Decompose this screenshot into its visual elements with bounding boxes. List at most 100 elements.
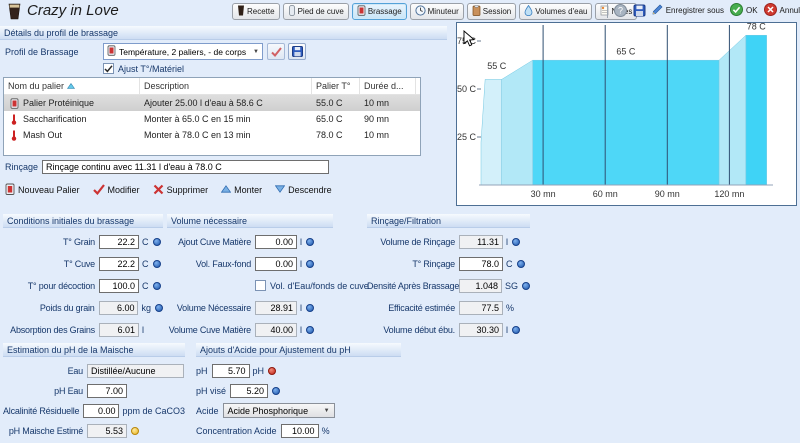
section-title: Rinçage/Filtration xyxy=(367,214,530,228)
svg-text:120 mn: 120 mn xyxy=(714,189,744,199)
clock-icon xyxy=(415,5,426,18)
section-conditions: Conditions initiales du brassage T° Grai… xyxy=(3,214,163,344)
section-volume: Volume nécessaire Ajout Cuve Matière0.00… xyxy=(167,214,333,344)
svg-text:65 C: 65 C xyxy=(616,46,636,56)
column-header-duration[interactable]: Durée d... xyxy=(360,78,416,94)
brew-profile-combo[interactable]: Température, 2 paliers, - de corps ▼ xyxy=(103,43,263,60)
status-dot xyxy=(306,326,314,334)
svg-text:25 C: 25 C xyxy=(457,132,476,142)
ok-button[interactable]: OK xyxy=(730,3,758,18)
rincage-input[interactable]: Rinçage continu avec 11.31 l d'eau à 78.… xyxy=(42,160,329,174)
vial-icon xyxy=(288,5,296,18)
tab-session[interactable]: Session xyxy=(467,3,516,20)
section-acid: Ajouts d'Acide pour Ajustement du pH pH5… xyxy=(196,343,401,443)
false-bottom-field[interactable]: 0.00 xyxy=(255,257,297,271)
status-dot xyxy=(512,326,520,334)
disk-icon xyxy=(292,46,303,57)
tab-recette[interactable]: Recette xyxy=(232,3,280,20)
residual-alkalinity-field[interactable]: 0.00 xyxy=(83,404,119,418)
sparge-volume-field: 11.31 xyxy=(459,235,503,249)
svg-text:78 C: 78 C xyxy=(747,23,767,31)
red-check-icon xyxy=(93,184,105,197)
tab-volumes-eau[interactable]: Volumes d'eau xyxy=(519,3,592,20)
save-as-button[interactable]: Enregistrer sous xyxy=(652,4,724,17)
mash-steps-table: Nom du palier Description Palier T° Duré… xyxy=(3,77,421,156)
ph-field[interactable]: 5.70 xyxy=(212,364,250,378)
red-check-icon xyxy=(271,47,282,57)
step-actions: Nouveau Palier Modifier Supprimer Monter… xyxy=(5,183,332,197)
rincage-label: Rinçage xyxy=(5,162,38,172)
beer-glass-icon xyxy=(237,5,245,18)
cancel-button[interactable]: Annul xyxy=(764,3,800,18)
status-dot xyxy=(131,427,139,435)
clipboard-icon xyxy=(472,5,481,18)
grain-temp-field[interactable]: 22.2 xyxy=(99,235,139,249)
cancel-x-icon xyxy=(764,3,777,18)
mash-tun-icon xyxy=(5,183,15,197)
table-row[interactable]: Mash Out Monter à 78.0 C en 13 min 78.0 … xyxy=(4,127,420,143)
delete-step-button[interactable]: Supprimer xyxy=(153,183,209,197)
status-dot xyxy=(512,238,520,246)
svg-text:60 mn: 60 mn xyxy=(593,189,618,199)
column-header-name[interactable]: Nom du palier xyxy=(4,78,140,94)
svg-text:30 mn: 30 mn xyxy=(531,189,556,199)
panel-header: Détails du profil de brassage xyxy=(0,26,447,40)
mash-tun-icon xyxy=(8,98,20,109)
deadspace-water-checkbox[interactable] xyxy=(255,280,266,291)
target-ph-field[interactable]: 5.20 xyxy=(230,384,268,398)
chevron-down-icon: ▼ xyxy=(324,408,330,414)
acid-concentration-field[interactable]: 10.00 xyxy=(281,424,319,438)
thermometer-icon xyxy=(8,129,20,141)
status-dot xyxy=(268,367,276,375)
thermometer-icon xyxy=(8,113,20,125)
move-down-button[interactable]: Descendre xyxy=(275,183,332,197)
tun-addition-field[interactable]: 0.00 xyxy=(255,235,297,249)
mash-tun-icon xyxy=(357,5,366,18)
help-button[interactable]: ? xyxy=(614,4,627,17)
save-profile-button[interactable] xyxy=(288,43,306,60)
section-title: Volume nécessaire xyxy=(167,214,333,228)
status-dot xyxy=(153,238,161,246)
toolbar-actions: ? Enregistrer sous OK Annul xyxy=(607,3,800,18)
estimated-efficiency-field: 77.5 xyxy=(459,301,503,315)
mash-profile-chart: 30 mn60 mn90 mn120 mn25 C50 C75 C55 C65 … xyxy=(456,22,797,206)
sparge-temp-field[interactable]: 78.0 xyxy=(459,257,503,271)
ok-check-icon xyxy=(730,3,743,18)
tun-temp-field[interactable]: 22.2 xyxy=(99,257,139,271)
red-x-icon xyxy=(153,184,164,197)
section-title: Ajouts d'Acide pour Ajustement du pH xyxy=(196,343,401,357)
adjust-temp-checkbox[interactable] xyxy=(103,63,114,74)
page-title: Crazy in Love xyxy=(27,2,119,19)
estimated-mash-ph-field: 5.53 xyxy=(87,424,127,438)
rincage-row: Rinçage Rinçage continu avec 11.31 l d'e… xyxy=(5,160,329,174)
toolbar-tabs: Recette Pied de cuve Brassage Minuteur S… xyxy=(232,3,637,20)
section-ph-estimation: Estimation du pH de la Maische EauDistil… xyxy=(3,343,185,443)
app-beer-icon xyxy=(8,3,21,25)
save-button[interactable] xyxy=(633,4,646,17)
tab-pied-de-cuve[interactable]: Pied de cuve xyxy=(283,3,349,20)
edit-step-button[interactable]: Modifier xyxy=(93,183,140,197)
acid-type-select[interactable]: Acide Phosphorique▼ xyxy=(223,403,335,418)
svg-text:50 C: 50 C xyxy=(457,84,476,94)
grain-absorption-field: 6.01 xyxy=(99,323,139,337)
column-header-description[interactable]: Description xyxy=(140,78,312,94)
tab-brassage[interactable]: Brassage xyxy=(352,3,407,20)
water-ph-field[interactable]: 7.00 xyxy=(87,384,127,398)
status-dot xyxy=(153,260,161,268)
tab-minuteur[interactable]: Minuteur xyxy=(410,3,464,20)
status-dot xyxy=(306,238,314,246)
sort-asc-icon xyxy=(67,83,75,89)
decoction-temp-field[interactable]: 100.0 xyxy=(99,279,139,293)
toolbar-separator xyxy=(607,4,608,18)
triangle-down-icon xyxy=(275,185,285,195)
apply-profile-button[interactable] xyxy=(267,43,285,60)
post-mash-gravity-field: 1.048 xyxy=(459,279,502,293)
table-row[interactable]: Palier Protéinique Ajouter 25.00 l d'eau… xyxy=(4,95,420,111)
move-up-button[interactable]: Monter xyxy=(221,183,262,197)
status-dot xyxy=(155,304,163,312)
new-step-button[interactable]: Nouveau Palier xyxy=(5,183,80,197)
column-header-temp[interactable]: Palier T° xyxy=(312,78,360,94)
table-row[interactable]: Saccharification Monter à 65.0 C en 15 m… xyxy=(4,111,420,127)
status-dot xyxy=(517,260,525,268)
preboil-volume-field: 30.30 xyxy=(459,323,503,337)
